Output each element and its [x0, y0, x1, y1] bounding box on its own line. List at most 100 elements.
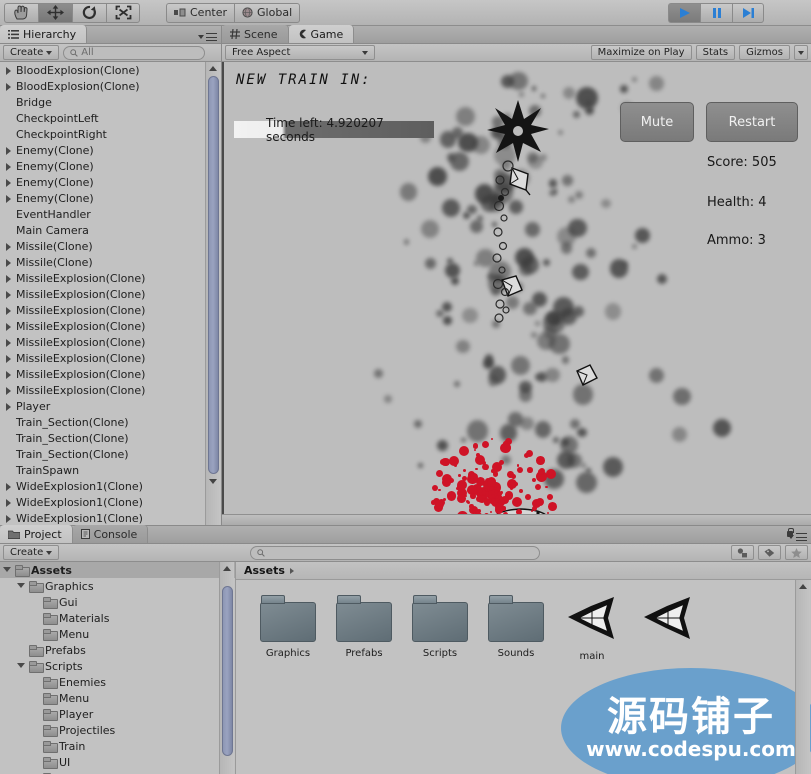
project-content-scrollbar[interactable] [795, 580, 810, 774]
expand-arrow-icon[interactable] [4, 274, 13, 283]
scale-tool-button[interactable] [106, 2, 140, 23]
restart-button[interactable]: Restart [706, 102, 798, 142]
tab-scene[interactable]: Scene [222, 25, 289, 43]
hand-tool-button[interactable] [4, 2, 38, 23]
collapse-arrow-icon[interactable] [16, 661, 26, 671]
mute-button[interactable]: Mute [620, 102, 694, 142]
asset-item[interactable] [630, 594, 706, 662]
handle-space-button[interactable]: Global [234, 2, 301, 23]
expand-arrow-icon[interactable] [4, 146, 13, 155]
game-view[interactable]: NEW TRAIN IN: Time left: 4.920207 second… [222, 62, 811, 514]
hierarchy-item[interactable]: Enemy(Clone) [0, 190, 221, 206]
hierarchy-item[interactable]: MissileExplosion(Clone) [0, 286, 221, 302]
gizmos-menu-arrow[interactable] [794, 45, 808, 60]
expand-arrow-icon[interactable] [4, 66, 13, 75]
hierarchy-scrollbar[interactable] [205, 62, 220, 525]
hierarchy-create-button[interactable]: Create [3, 45, 60, 60]
expand-arrow-icon[interactable] [4, 306, 13, 315]
expand-arrow-icon[interactable] [4, 386, 13, 395]
project-tree-item[interactable]: Materials [0, 610, 235, 626]
tab-hierarchy[interactable]: Hierarchy [0, 25, 88, 43]
scroll-up-icon[interactable] [206, 62, 221, 75]
expand-arrow-icon[interactable] [4, 258, 13, 267]
game-view-hscrollbar[interactable] [222, 514, 811, 525]
hierarchy-item[interactable]: CheckpointRight [0, 126, 221, 142]
expand-arrow-icon[interactable] [4, 82, 13, 91]
stats-toggle[interactable]: Stats [695, 45, 736, 60]
collapse-arrow-icon[interactable] [2, 565, 12, 575]
hierarchy-item[interactable]: Train_Section(Clone) [0, 446, 221, 462]
expand-arrow-icon[interactable] [4, 322, 13, 331]
hierarchy-item[interactable]: EventHandler [0, 206, 221, 222]
hierarchy-item[interactable]: MissileExplosion(Clone) [0, 270, 221, 286]
expand-arrow-icon[interactable] [4, 498, 13, 507]
project-tree-item[interactable]: Assets [0, 562, 235, 578]
project-tree-item[interactable]: Player [0, 706, 235, 722]
project-tree-item[interactable]: Enemies [0, 674, 235, 690]
expand-arrow-icon[interactable] [4, 402, 13, 411]
hierarchy-item[interactable]: WideExplosion1(Clone) [0, 478, 221, 494]
expand-arrow-icon[interactable] [4, 370, 13, 379]
asset-item[interactable]: Scripts [402, 594, 478, 662]
hierarchy-item[interactable]: BloodExplosion(Clone) [0, 62, 221, 78]
tab-console[interactable]: Console [72, 525, 149, 543]
asset-item[interactable]: Graphics [250, 594, 326, 662]
hierarchy-item[interactable]: Missile(Clone) [0, 238, 221, 254]
hierarchy-item[interactable]: Enemy(Clone) [0, 142, 221, 158]
asset-grid[interactable]: Graphics Prefabs Scripts Sounds main [236, 580, 811, 662]
scroll-up-icon[interactable] [220, 562, 235, 575]
gizmos-dropdown[interactable]: Gizmos [739, 45, 790, 60]
hierarchy-item[interactable]: Main Camera [0, 222, 221, 238]
scroll-up-icon[interactable] [796, 580, 811, 593]
favorites-button[interactable] [785, 545, 809, 560]
expand-arrow-icon[interactable] [4, 162, 13, 171]
expand-arrow-icon[interactable] [4, 354, 13, 363]
expand-arrow-icon[interactable] [4, 178, 13, 187]
project-panel-menu[interactable] [788, 533, 807, 541]
scrollbar-thumb[interactable] [221, 586, 233, 756]
breadcrumb-assets[interactable]: Assets [244, 564, 285, 577]
project-tree[interactable]: Assets Graphics Gui Materials Menu Prefabs Scr… [0, 562, 236, 774]
collapse-arrow-icon[interactable] [16, 581, 26, 591]
rotate-tool-button[interactable] [72, 2, 106, 23]
project-tree-item[interactable]: Utility [0, 770, 235, 774]
hierarchy-item[interactable]: Bridge [0, 94, 221, 110]
asset-item[interactable]: main [554, 594, 630, 662]
project-tree-item[interactable]: Graphics [0, 578, 235, 594]
hierarchy-item[interactable]: Player [0, 398, 221, 414]
play-button[interactable] [668, 3, 700, 23]
hierarchy-item[interactable]: Train_Section(Clone) [0, 430, 221, 446]
expand-arrow-icon[interactable] [4, 242, 13, 251]
pause-button[interactable] [700, 3, 732, 23]
hierarchy-item[interactable]: MissileExplosion(Clone) [0, 318, 221, 334]
project-tree-item[interactable]: Gui [0, 594, 235, 610]
hierarchy-item[interactable]: Enemy(Clone) [0, 174, 221, 190]
scroll-down-icon[interactable] [206, 475, 221, 488]
hierarchy-search-input[interactable]: All [63, 45, 206, 60]
project-tree-item[interactable]: Scripts [0, 658, 235, 674]
step-button[interactable] [732, 3, 764, 23]
maximize-on-play-toggle[interactable]: Maximize on Play [590, 45, 692, 60]
project-tree-item[interactable]: Train [0, 738, 235, 754]
project-tree-item[interactable]: Menu [0, 690, 235, 706]
hierarchy-item[interactable]: CheckpointLeft [0, 110, 221, 126]
move-tool-button[interactable] [38, 2, 72, 23]
hierarchy-item[interactable]: Train_Section(Clone) [0, 414, 221, 430]
expand-arrow-icon[interactable] [4, 290, 13, 299]
hierarchy-panel-menu[interactable] [198, 33, 217, 41]
expand-arrow-icon[interactable] [4, 194, 13, 203]
filter-by-label-button[interactable] [758, 545, 782, 560]
project-tree-scrollbar[interactable] [219, 562, 234, 774]
asset-item[interactable]: Sounds [478, 594, 554, 662]
hierarchy-item[interactable]: MissileExplosion(Clone) [0, 382, 221, 398]
project-content[interactable]: Assets Graphics Prefabs Scripts Sounds main … [236, 562, 811, 774]
filter-by-type-button[interactable] [731, 545, 755, 560]
hierarchy-item[interactable]: TrainSpawn [0, 462, 221, 478]
hierarchy-item[interactable]: Enemy(Clone) [0, 158, 221, 174]
pivot-mode-button[interactable]: Center [166, 2, 235, 23]
hierarchy-item[interactable]: MissileExplosion(Clone) [0, 334, 221, 350]
expand-arrow-icon[interactable] [4, 338, 13, 347]
project-tree-item[interactable]: Menu [0, 626, 235, 642]
project-tree-item[interactable]: Projectiles [0, 722, 235, 738]
hierarchy-item[interactable]: MissileExplosion(Clone) [0, 302, 221, 318]
